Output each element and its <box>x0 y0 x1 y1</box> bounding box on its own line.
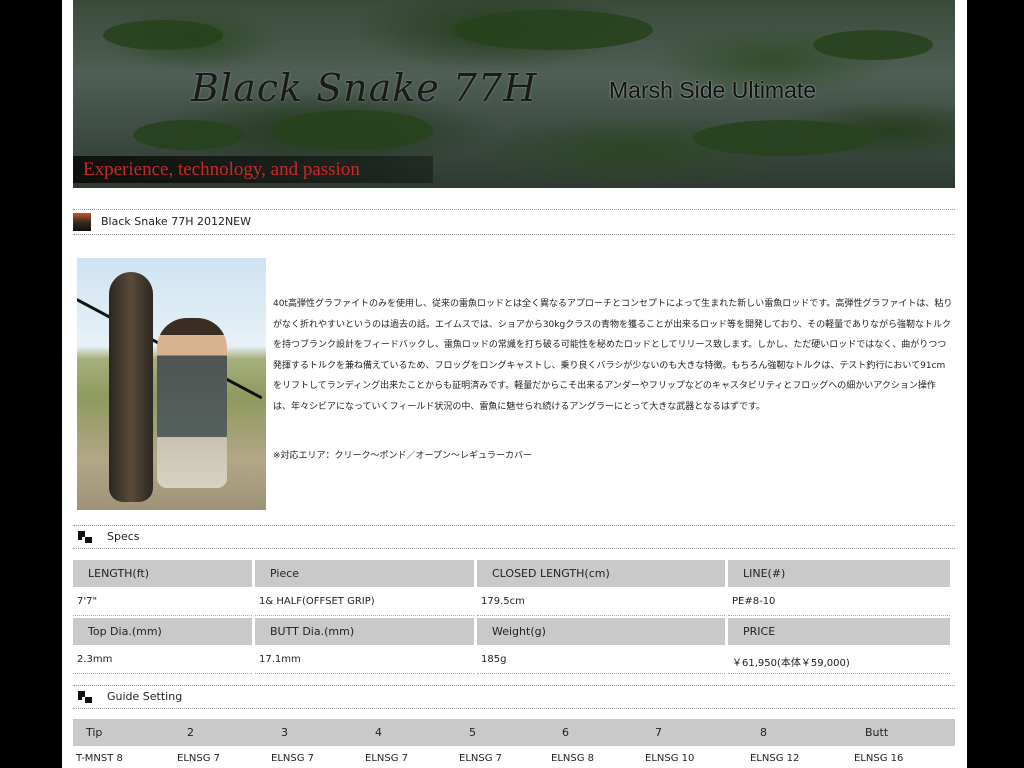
spec-header-cell: PRICE <box>728 618 950 645</box>
guide-value-7: ELNSG 10 <box>645 753 695 764</box>
spec-value-line: PE#8-10 <box>732 596 776 607</box>
spec-value-cell: PE#8-10 <box>728 588 950 616</box>
spec-header-cell: LENGTH(ft) <box>73 560 252 587</box>
specs-heading: Specs <box>73 525 955 549</box>
guide-label: Guide Setting <box>107 690 183 703</box>
spec-value-cell: ￥61,950(本体￥59,000) <box>728 646 950 674</box>
product-title: Black Snake 77H 2012NEW <box>101 215 252 228</box>
guide-header-4: 4 <box>375 726 382 739</box>
spec-header-cell: Weight(g) <box>477 618 725 645</box>
spec-value-length: 7'7" <box>77 596 98 607</box>
guide-value-6: ELNSG 8 <box>551 753 595 764</box>
guide-header-butt: Butt <box>865 726 889 739</box>
area-note: ※対応エリア：クリーク〜ポンド／オープン〜レギュラーカバー <box>273 451 533 461</box>
guide-heading: Guide Setting <box>73 685 955 709</box>
spec-value-closed-length: 179.5cm <box>481 596 525 607</box>
guide-header-3: 3 <box>281 726 288 739</box>
page-content: Black Snake 77H Marsh Side Ultimate Expe… <box>62 0 967 768</box>
guide-value-5: ELNSG 7 <box>459 753 503 764</box>
hero-banner: Black Snake 77H Marsh Side Ultimate Expe… <box>73 0 955 188</box>
guide-value-tip: T-MNST 8 <box>76 753 123 764</box>
spec-header-closed-length: CLOSED LENGTH(cm) <box>492 567 610 580</box>
spec-header-butt-dia: BUTT Dia.(mm) <box>270 625 355 638</box>
heading-blocks-icon <box>78 531 92 543</box>
guide-value-butt: ELNSG 16 <box>854 753 904 764</box>
specs-label: Specs <box>107 530 140 543</box>
heading-blocks-icon <box>78 691 92 703</box>
spec-value-piece: 1& HALF(OFFSET GRIP) <box>259 596 375 607</box>
spec-header-cell: CLOSED LENGTH(cm) <box>477 560 725 587</box>
spec-header-cell: Piece <box>255 560 474 587</box>
guide-header-tip: Tip <box>86 726 103 739</box>
guide-value-8: ELNSG 12 <box>750 753 800 764</box>
product-heading: Black Snake 77H 2012NEW <box>73 209 955 235</box>
banner-tagline-box: Experience, technology, and passion <box>73 156 433 183</box>
spec-header-price: PRICE <box>743 625 776 638</box>
banner-tagline: Experience, technology, and passion <box>83 159 360 180</box>
banner-title: Black Snake 77H <box>191 66 538 110</box>
heading-square-icon <box>73 213 91 231</box>
guide-header-2: 2 <box>187 726 194 739</box>
product-photo <box>77 258 266 510</box>
spec-header-cell: LINE(#) <box>728 560 950 587</box>
guide-header-row: Tip 2 3 4 5 6 7 8 Butt <box>73 719 955 746</box>
spec-value-cell: 17.1mm <box>255 646 474 674</box>
spec-value-cell: 1& HALF(OFFSET GRIP) <box>255 588 474 616</box>
spec-value-cell: 185g <box>477 646 725 674</box>
spec-value-cell: 2.3mm <box>73 646 252 674</box>
spec-header-cell: BUTT Dia.(mm) <box>255 618 474 645</box>
spec-value-price: ￥61,950(本体￥59,000) <box>732 658 850 669</box>
spec-value-cell: 7'7" <box>73 588 252 616</box>
guide-header-5: 5 <box>469 726 476 739</box>
spec-value-top-dia: 2.3mm <box>77 654 113 665</box>
spec-header-top-dia: Top Dia.(mm) <box>88 625 162 638</box>
product-description: 40t高弾性グラファイトのみを使用し、従来の雷魚ロッドとは全く異なるアプローチと… <box>273 299 953 412</box>
guide-value-3: ELNSG 7 <box>271 753 315 764</box>
snakehead-fish-graphic <box>109 272 153 502</box>
spec-header-line: LINE(#) <box>743 567 786 580</box>
guide-header-8: 8 <box>760 726 767 739</box>
spec-value-cell: 179.5cm <box>477 588 725 616</box>
banner-subtitle: Marsh Side Ultimate <box>609 77 817 103</box>
spec-value-butt-dia: 17.1mm <box>259 654 301 665</box>
spec-header-cell: Top Dia.(mm) <box>73 618 252 645</box>
guide-value-2: ELNSG 7 <box>177 753 221 764</box>
spec-header-length: LENGTH(ft) <box>88 567 150 580</box>
guide-header-6: 6 <box>562 726 569 739</box>
guide-value-4: ELNSG 7 <box>365 753 409 764</box>
spec-header-weight: Weight(g) <box>492 625 546 638</box>
spec-value-weight: 185g <box>481 654 507 665</box>
spec-header-piece: Piece <box>270 567 300 580</box>
angler-graphic <box>157 318 227 488</box>
guide-header-7: 7 <box>655 726 662 739</box>
